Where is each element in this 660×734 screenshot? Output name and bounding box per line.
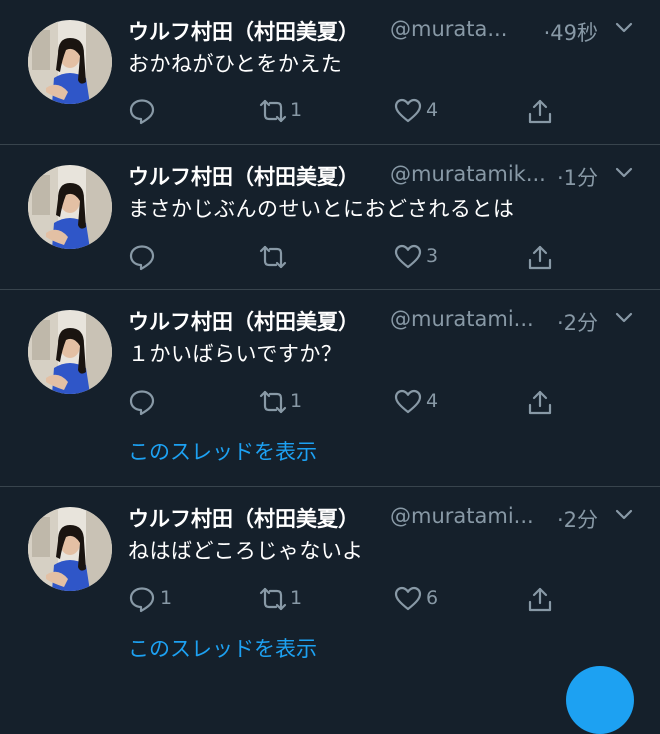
heart-icon <box>394 243 422 271</box>
show-thread-link[interactable]: このスレッドを表示 <box>128 436 317 466</box>
tweet[interactable]: ウルフ村田（村田美夏） @muratami... ·2分 ねはばどころじゃないよ… <box>0 487 660 687</box>
avatar[interactable] <box>28 507 112 591</box>
user-handle[interactable]: @muratamik... <box>390 162 568 186</box>
display-name[interactable]: ウルフ村田（村田美夏） <box>128 16 359 46</box>
like-count: 3 <box>426 245 439 267</box>
chevron-down-icon[interactable] <box>614 20 634 36</box>
tweet-text: おかねがひとをかえた <box>128 52 343 76</box>
compose-tweet-button[interactable] <box>566 666 634 734</box>
avatar[interactable] <box>28 20 112 104</box>
tweet-text: まさかじぶんのせいとにおどされるとは <box>128 197 515 221</box>
user-handle[interactable]: @muratami... <box>390 504 556 528</box>
tweet-actions: 1 4 <box>128 97 568 127</box>
heart-icon <box>394 388 422 416</box>
tweet[interactable]: ウルフ村田（村田美夏） @murata... ·49秒 おかねがひとをかえた 1… <box>0 0 660 145</box>
chevron-down-icon[interactable] <box>614 310 634 326</box>
timestamp[interactable]: ·2分 <box>557 504 598 534</box>
user-handle[interactable]: @murata... <box>390 17 540 41</box>
tweet-header: ウルフ村田（村田美夏） @muratamik... ·1分 <box>128 159 638 193</box>
share-icon <box>526 97 554 125</box>
share-icon <box>526 388 554 416</box>
tweet[interactable]: ウルフ村田（村田美夏） @muratami... ·2分 １かいばらいですか？ … <box>0 290 660 487</box>
heart-icon <box>394 97 422 125</box>
retweet-count: 1 <box>290 587 303 609</box>
reply-icon <box>128 97 156 125</box>
timestamp[interactable]: ·49秒 <box>544 17 598 47</box>
chevron-down-icon[interactable] <box>614 507 634 523</box>
retweet-count: 1 <box>290 390 303 412</box>
heart-icon <box>394 585 422 613</box>
retweet-icon <box>258 97 288 125</box>
chevron-down-icon[interactable] <box>614 165 634 181</box>
tweet-header: ウルフ村田（村田美夏） @muratami... ·2分 <box>128 501 638 535</box>
tweet-text: １かいばらいですか？ <box>128 342 343 366</box>
like-count: 4 <box>426 99 439 121</box>
timestamp[interactable]: ·2分 <box>557 307 598 337</box>
display-name[interactable]: ウルフ村田（村田美夏） <box>128 503 359 533</box>
timestamp[interactable]: ·1分 <box>557 162 598 192</box>
tweet-header: ウルフ村田（村田美夏） @murata... ·49秒 <box>128 14 638 48</box>
avatar[interactable] <box>28 310 112 394</box>
reply-icon <box>128 243 156 271</box>
display-name[interactable]: ウルフ村田（村田美夏） <box>128 161 359 191</box>
tweet-actions: 3 <box>128 243 568 273</box>
retweet-icon <box>258 243 288 271</box>
avatar[interactable] <box>28 165 112 249</box>
like-count: 4 <box>426 390 439 412</box>
tweet-header: ウルフ村田（村田美夏） @muratami... ·2分 <box>128 304 638 338</box>
tweet[interactable]: ウルフ村田（村田美夏） @muratamik... ·1分 まさかじぶんのせいと… <box>0 145 660 290</box>
display-name[interactable]: ウルフ村田（村田美夏） <box>128 306 359 336</box>
reply-icon <box>128 388 156 416</box>
user-handle[interactable]: @muratami... <box>390 307 556 331</box>
reply-count: 1 <box>160 587 173 609</box>
retweet-icon <box>258 585 288 613</box>
share-icon <box>526 243 554 271</box>
reply-icon <box>128 585 156 613</box>
share-icon <box>526 585 554 613</box>
retweet-icon <box>258 388 288 416</box>
retweet-count: 1 <box>290 99 303 121</box>
like-count: 6 <box>426 587 439 609</box>
show-thread-link[interactable]: このスレッドを表示 <box>128 633 317 663</box>
tweet-actions: 1 4 <box>128 388 568 418</box>
tweet-text: ねはばどころじゃないよ <box>128 539 364 563</box>
tweet-actions: 1 1 6 <box>128 585 568 615</box>
